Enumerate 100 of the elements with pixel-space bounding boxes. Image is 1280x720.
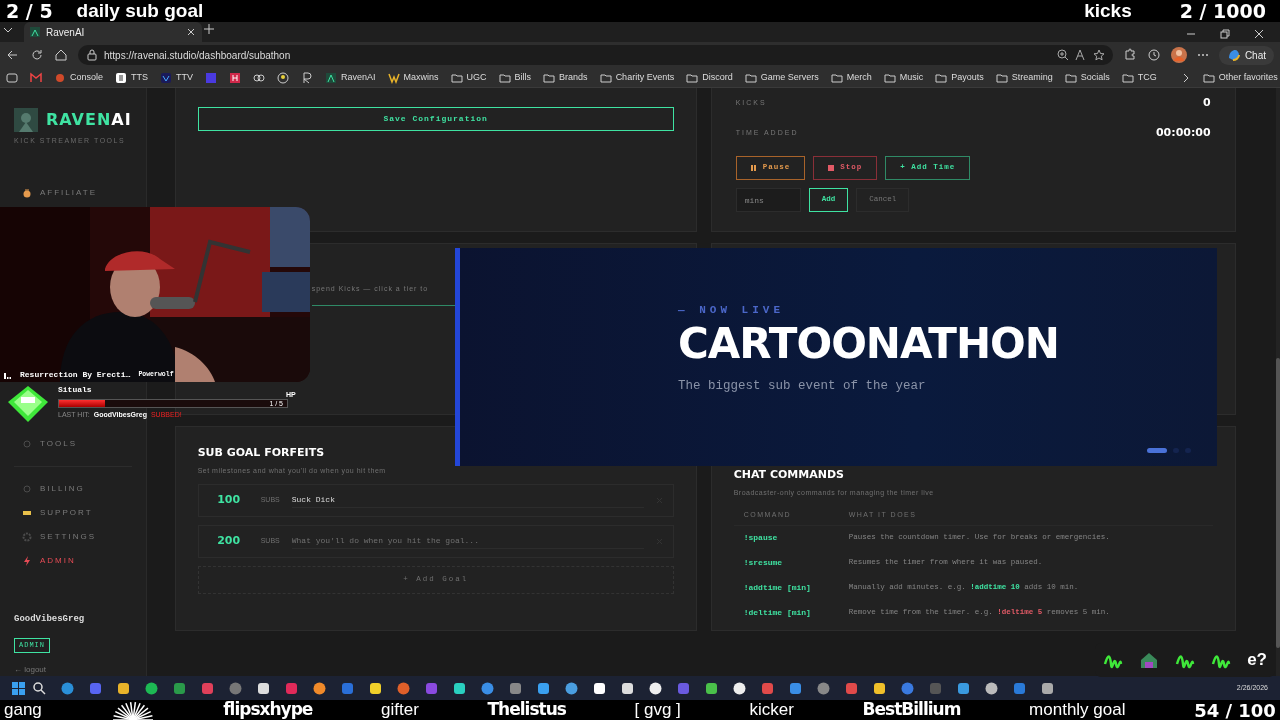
app-icon[interactable] bbox=[705, 681, 718, 695]
bookmark[interactable]: Socials bbox=[1064, 70, 1110, 85]
home-icon[interactable] bbox=[54, 48, 68, 62]
bookmark[interactable]: Game Servers bbox=[744, 70, 819, 85]
minutes-input[interactable]: mins bbox=[735, 188, 801, 212]
read-aloud-icon[interactable] bbox=[1074, 49, 1087, 61]
browser-tab[interactable]: RavenAI bbox=[24, 22, 202, 42]
bookmark[interactable]: Bills bbox=[498, 70, 532, 85]
h-logo-icon[interactable] bbox=[229, 71, 242, 84]
bookmark[interactable]: Streaming bbox=[995, 70, 1053, 85]
banner-title: CARTOONATHON bbox=[678, 320, 1060, 367]
bookmark[interactable]: Other favorites bbox=[1202, 70, 1278, 85]
chat-button[interactable]: Chat bbox=[1218, 45, 1274, 65]
circle-logo-icon[interactable] bbox=[277, 71, 290, 84]
m-logo-icon bbox=[387, 71, 400, 84]
command-text: !deltime [min] bbox=[743, 607, 812, 619]
lightning-icon bbox=[22, 555, 32, 566]
avatar-icon[interactable] bbox=[1170, 47, 1187, 63]
goal-count: 100 bbox=[216, 492, 242, 509]
bookmark[interactable]: TTS bbox=[115, 70, 149, 85]
circle-icon bbox=[22, 438, 32, 449]
app-icon[interactable] bbox=[313, 681, 326, 695]
folder-icon bbox=[599, 71, 612, 84]
goal-count: 54 / 100 bbox=[1194, 698, 1276, 720]
bookmark[interactable]: Merch bbox=[830, 70, 872, 85]
bookmark[interactable]: Payouts bbox=[935, 70, 984, 85]
bookmark[interactable]: Charity Events bbox=[599, 70, 675, 85]
folder-icon bbox=[935, 71, 948, 84]
app-icon[interactable] bbox=[257, 681, 270, 695]
mail-icon[interactable] bbox=[30, 71, 42, 84]
bookmark[interactable]: RavenAI bbox=[325, 70, 376, 85]
app-icon[interactable] bbox=[117, 681, 130, 695]
logout-link[interactable]: ← logout bbox=[14, 664, 132, 676]
goal-label: kicks bbox=[1084, 0, 1132, 23]
app-icon[interactable] bbox=[985, 681, 998, 695]
new-tab-icon[interactable] bbox=[202, 22, 216, 36]
refresh-icon[interactable] bbox=[30, 48, 44, 62]
sidebar-item[interactable]: AFFILIATE bbox=[14, 180, 132, 205]
bookmark[interactable]: Maxwins bbox=[387, 70, 439, 85]
goal-label: daily sub goal bbox=[76, 0, 204, 23]
sidebar-item[interactable]: SUPPORT bbox=[14, 500, 132, 525]
zoom-icon[interactable] bbox=[1056, 49, 1069, 61]
username: flipsxhype bbox=[223, 698, 313, 720]
lock-icon bbox=[86, 49, 98, 61]
goal-label: monthly goal bbox=[1029, 699, 1126, 720]
music-bars-icon bbox=[4, 371, 12, 379]
search-icon[interactable] bbox=[33, 681, 46, 695]
bookmark[interactable]: Console bbox=[54, 70, 104, 85]
stop-icon bbox=[828, 165, 835, 171]
sunburst-icon bbox=[110, 700, 155, 720]
goal-count: 2 / 1000 bbox=[1179, 0, 1266, 24]
raven-logo-icon bbox=[14, 108, 38, 132]
app-icon[interactable] bbox=[369, 681, 382, 695]
app-icon[interactable] bbox=[1041, 681, 1054, 695]
sidebar-item[interactable]: BILLING bbox=[14, 476, 132, 501]
folder-icon bbox=[1202, 71, 1215, 84]
sidebar-item[interactable]: TOOLS bbox=[14, 431, 132, 456]
close-icon[interactable] bbox=[1254, 29, 1264, 39]
r-logo-icon[interactable] bbox=[301, 71, 314, 84]
circle-icon bbox=[22, 483, 32, 494]
song-title: Resurrection By Erecti… bbox=[20, 369, 131, 381]
bookmark[interactable]: Discord bbox=[686, 70, 733, 85]
back-icon[interactable] bbox=[6, 48, 20, 62]
windows-logo-icon[interactable] bbox=[12, 681, 25, 695]
app-icon[interactable] bbox=[593, 681, 606, 695]
apps-icon[interactable] bbox=[6, 71, 18, 84]
save-button[interactable]: Save Configuration bbox=[197, 107, 674, 131]
puzzle-icon[interactable] bbox=[1122, 48, 1137, 62]
banner-eyebrow: — NOW LIVE bbox=[678, 303, 785, 318]
goal-input[interactable]: Suck Dick bbox=[291, 493, 644, 508]
scrollbar[interactable] bbox=[1275, 88, 1280, 676]
star-icon[interactable] bbox=[1092, 49, 1105, 61]
infinity-icon[interactable] bbox=[253, 71, 266, 84]
raven-logo-icon bbox=[30, 27, 40, 37]
app-icon[interactable] bbox=[649, 681, 662, 695]
app-icon[interactable] bbox=[733, 681, 746, 695]
bookmark[interactable]: Brands bbox=[543, 70, 588, 85]
boss-name: Situals bbox=[58, 384, 93, 396]
bookmark[interactable]: TCG bbox=[1121, 70, 1157, 85]
sidebar-item[interactable]: SETTINGS bbox=[14, 524, 132, 549]
app-icon[interactable] bbox=[537, 681, 550, 695]
app-icon[interactable] bbox=[873, 681, 886, 695]
history-icon[interactable] bbox=[1146, 48, 1161, 62]
bookmark[interactable]: Music bbox=[883, 70, 924, 85]
v-logo-icon bbox=[160, 71, 173, 84]
username: GoodVibesGreg bbox=[14, 612, 86, 626]
restore-icon[interactable] bbox=[1220, 29, 1230, 39]
app-icon[interactable] bbox=[621, 681, 634, 695]
goal-label: gang bbox=[4, 699, 42, 720]
app-icon[interactable] bbox=[453, 681, 466, 695]
money-bag-icon bbox=[22, 187, 32, 198]
bookmark[interactable]: UGC bbox=[450, 70, 487, 85]
house-icon[interactable] bbox=[1139, 650, 1160, 670]
close-icon[interactable] bbox=[186, 27, 196, 37]
command-text: !addtime [min] bbox=[743, 582, 812, 594]
bookmark[interactable]: TTV bbox=[160, 70, 194, 85]
copilot-icon bbox=[1226, 48, 1241, 62]
goal-count: 200 bbox=[216, 533, 242, 550]
app-icon[interactable] bbox=[145, 681, 158, 695]
sidebar-item[interactable]: ADMIN bbox=[14, 548, 132, 573]
